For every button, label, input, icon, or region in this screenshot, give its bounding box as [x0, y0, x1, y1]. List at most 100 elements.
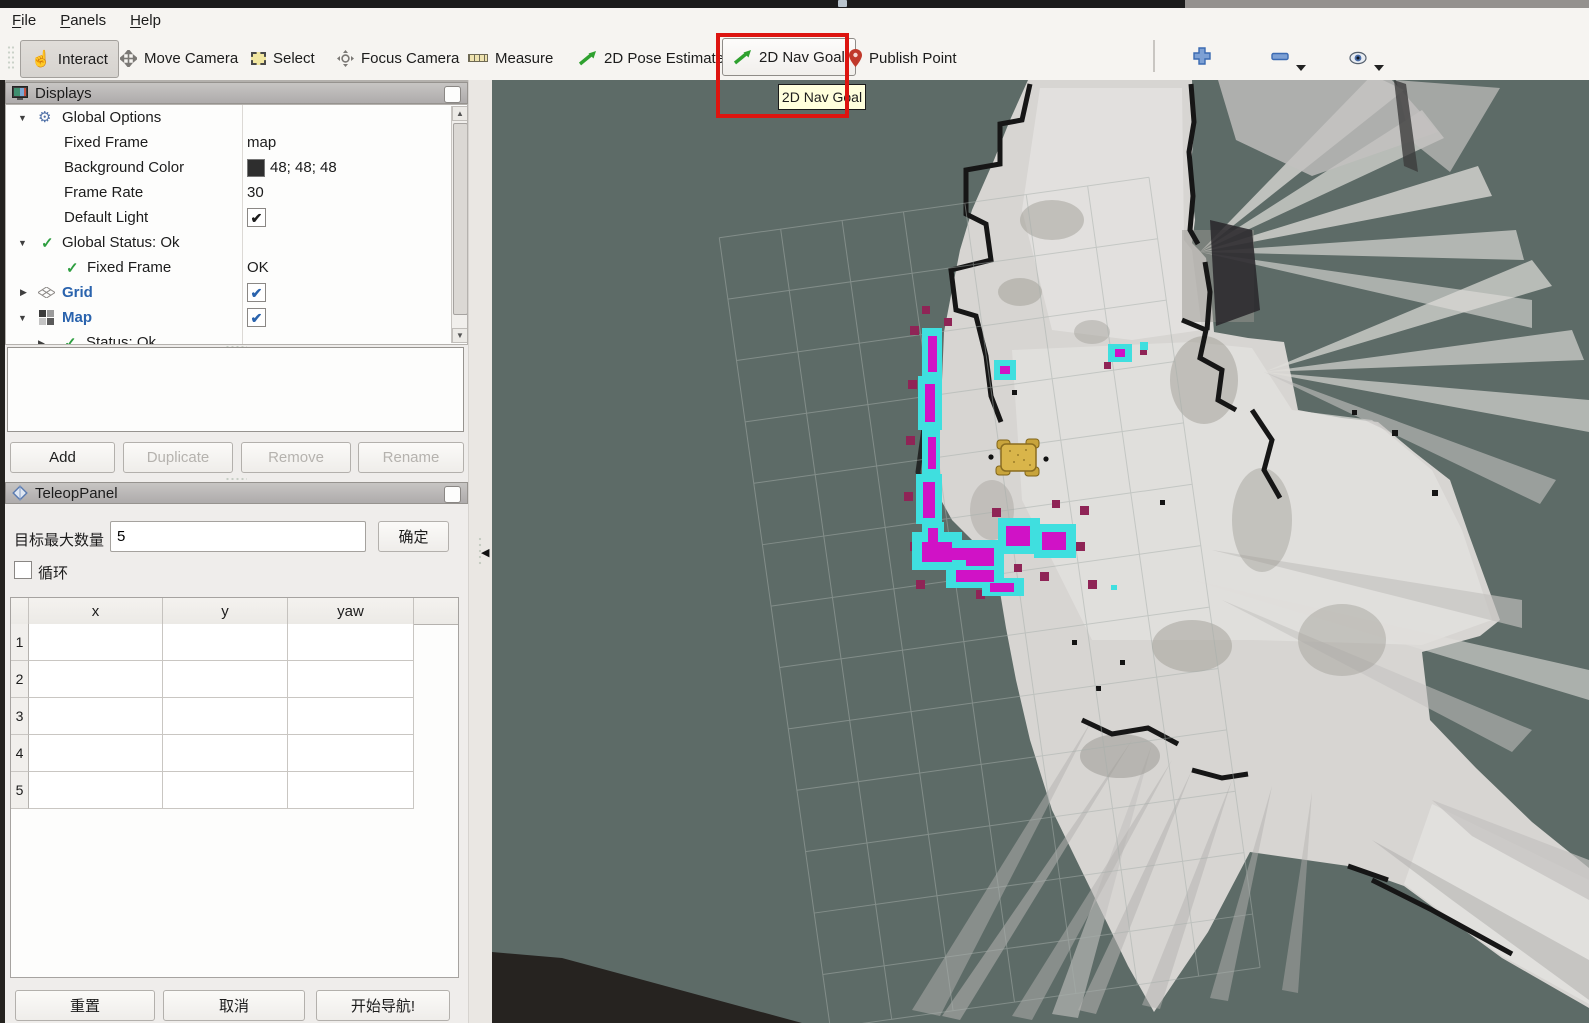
table-cell[interactable] [163, 735, 288, 772]
table-cell[interactable] [288, 735, 414, 772]
scroll-down-icon[interactable]: ▼ [452, 328, 468, 343]
panel-view-splitter[interactable]: ◀ [468, 80, 493, 1023]
displays-panel-checkbox[interactable] [444, 86, 461, 103]
row-header-3[interactable]: 3 [11, 698, 29, 735]
grid-display-icon [38, 287, 55, 298]
default-light-checkbox[interactable]: ✔ [247, 208, 266, 227]
publish-point-tool-button[interactable]: Publish Point [849, 40, 957, 76]
table-cell[interactable] [163, 698, 288, 735]
color-swatch[interactable] [247, 159, 265, 177]
collapsed-arrow-icon[interactable]: ▶ [20, 287, 27, 298]
gear-icon: ⚙ [38, 110, 51, 125]
toolbar-drag-handle[interactable] [7, 45, 14, 71]
row-header-2[interactable]: 2 [11, 661, 29, 698]
toolbar-separator [1153, 40, 1155, 72]
teleop-panel-header[interactable]: TeleopPanel [5, 482, 468, 504]
fixed-frame-status-value: OK [242, 259, 269, 276]
tree-scrollbar[interactable]: ▲ ▼ [451, 106, 468, 343]
zoom-in-icon[interactable] [1193, 47, 1211, 65]
select-tool-button[interactable]: Select [251, 40, 315, 76]
table-cell[interactable] [29, 698, 163, 735]
table-cell[interactable] [163, 772, 288, 809]
collapsed-arrow-icon[interactable]: ▶ [38, 338, 45, 344]
frame-rate-value[interactable]: 30 [242, 184, 264, 201]
measure-tool-button[interactable]: Measure [468, 40, 553, 76]
row-header-5[interactable]: 5 [11, 772, 29, 809]
panel-splitter-handle[interactable] [225, 477, 247, 481]
expanded-arrow-icon[interactable]: ▼ [18, 313, 27, 323]
max-goal-input[interactable] [110, 521, 366, 552]
green-arrow-icon [578, 50, 597, 66]
menu-help[interactable]: Help [118, 8, 173, 33]
loop-label: 循环 [38, 562, 68, 583]
window-title-fragment [838, 0, 847, 7]
table-cell[interactable] [29, 661, 163, 698]
displays-icon [12, 86, 28, 101]
tree-row-frame-rate[interactable]: Frame Rate 30 [6, 180, 467, 205]
move-camera-tool-button[interactable]: Move Camera [120, 40, 238, 76]
hand-icon: ☝ [31, 49, 51, 69]
tree-row-background-color[interactable]: Background Color 48; 48; 48 [6, 155, 467, 180]
fixed-frame-value[interactable]: map [242, 134, 276, 151]
start-navigation-button[interactable]: 开始导航! [316, 990, 450, 1021]
add-display-button[interactable]: Add [10, 442, 115, 473]
eye-dropdown-arrow[interactable] [1374, 65, 1384, 71]
cancel-button[interactable]: 取消 [163, 990, 305, 1021]
focus-camera-tool-button[interactable]: Focus Camera [337, 40, 459, 76]
confirm-button[interactable]: 确定 [378, 521, 449, 552]
reset-button[interactable]: 重置 [15, 990, 155, 1021]
pose-estimate-tool-button[interactable]: 2D Pose Estimate [578, 40, 724, 76]
ruler-icon [468, 54, 488, 62]
menu-file[interactable]: File [0, 8, 48, 33]
tree-row-global-options[interactable]: ▼ ⚙ Global Options [6, 105, 467, 130]
displays-tree: ▼ ⚙ Global Options Fixed Frame map Backg… [5, 104, 468, 345]
column-header-y[interactable]: y [163, 598, 288, 624]
tree-row-default-light[interactable]: Default Light ✔ [6, 205, 467, 230]
select-box-icon [251, 52, 266, 65]
table-cell[interactable] [163, 661, 288, 698]
expanded-arrow-icon[interactable]: ▼ [18, 113, 27, 123]
zoom-out-icon[interactable] [1271, 47, 1289, 65]
tree-row-map[interactable]: ▼ Map ✔ [6, 305, 467, 330]
tree-row-map-status-partial[interactable]: ▶ ✓ Status: Ok [6, 330, 467, 344]
rename-display-button[interactable]: Rename [358, 442, 464, 473]
rviz-window: File Panels Help ☝ Interact Move Camera … [0, 0, 1589, 1023]
tree-row-global-status[interactable]: ▼ ✓ Global Status: Ok [6, 230, 467, 255]
table-cell[interactable] [288, 624, 414, 661]
menu-panels[interactable]: Panels [48, 8, 118, 33]
tree-row-grid[interactable]: ▶ Grid ✔ [6, 280, 467, 305]
column-header-yaw[interactable]: yaw [288, 598, 414, 624]
scrollbar-thumb[interactable] [453, 123, 468, 315]
window-title-strip-right [1185, 0, 1589, 8]
move-icon [120, 50, 137, 67]
map-checkbox[interactable]: ✔ [247, 308, 266, 327]
collapse-panel-arrow-icon[interactable]: ◀ [481, 546, 489, 559]
table-cell[interactable] [29, 735, 163, 772]
interact-tool-button[interactable]: ☝ Interact [20, 40, 119, 78]
3d-viewport[interactable] [492, 80, 1589, 1023]
row-header-1[interactable]: 1 [11, 624, 29, 661]
column-header-x[interactable]: x [29, 598, 163, 624]
table-cell[interactable] [163, 624, 288, 661]
eye-icon[interactable] [1349, 49, 1367, 67]
table-cell[interactable] [29, 772, 163, 809]
loop-checkbox[interactable] [14, 561, 32, 579]
grid-checkbox[interactable]: ✔ [247, 283, 266, 302]
table-cell[interactable] [29, 624, 163, 661]
row-header-4[interactable]: 4 [11, 735, 29, 772]
annotation-highlight-rect [716, 33, 849, 118]
zoom-out-dropdown-arrow[interactable] [1296, 65, 1306, 71]
table-cell[interactable] [288, 698, 414, 735]
menu-bar: File Panels Help [0, 8, 1589, 34]
teleop-panel-checkbox[interactable] [444, 486, 461, 503]
displays-panel-header[interactable]: Displays [5, 82, 468, 104]
scroll-up-icon[interactable]: ▲ [452, 106, 468, 121]
tree-row-fixed-frame-status[interactable]: ✓ Fixed Frame OK [6, 255, 467, 280]
teleop-panel-icon [12, 485, 28, 501]
expanded-arrow-icon[interactable]: ▼ [18, 238, 27, 248]
table-cell[interactable] [288, 661, 414, 698]
table-cell[interactable] [288, 772, 414, 809]
remove-display-button[interactable]: Remove [241, 442, 351, 473]
tree-row-fixed-frame[interactable]: Fixed Frame map [6, 130, 467, 155]
duplicate-display-button[interactable]: Duplicate [123, 442, 233, 473]
